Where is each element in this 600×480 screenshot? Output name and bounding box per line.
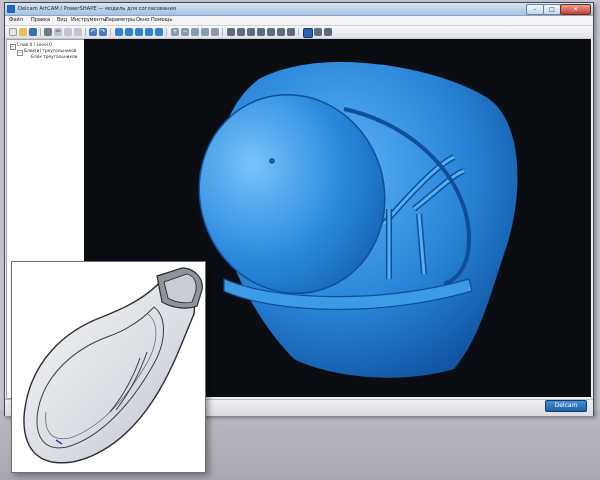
copy-icon[interactable] bbox=[64, 28, 72, 36]
menu-tools[interactable]: Инструменты bbox=[71, 16, 107, 25]
view-iso-icon[interactable] bbox=[115, 28, 123, 36]
open-folder-icon[interactable] bbox=[19, 28, 27, 36]
print-icon[interactable] bbox=[44, 28, 52, 36]
tree-collapse-toggle[interactable]: − bbox=[17, 50, 23, 56]
tree-item-triangle-block[interactable]: Блок треугольников bbox=[31, 55, 77, 61]
new-file-icon[interactable] bbox=[9, 28, 17, 36]
paste-icon[interactable] bbox=[74, 28, 82, 36]
pan-icon[interactable] bbox=[211, 28, 219, 36]
menu-view[interactable]: Вид bbox=[57, 16, 67, 25]
view-top-icon[interactable] bbox=[125, 28, 133, 36]
tree-collapse-toggle[interactable]: − bbox=[10, 44, 16, 50]
measure-icon[interactable] bbox=[277, 28, 285, 36]
minimize-button[interactable]: – bbox=[526, 4, 544, 15]
render-icon[interactable] bbox=[314, 28, 322, 36]
menu-help[interactable]: Помощь bbox=[151, 16, 172, 25]
app-icon bbox=[7, 5, 15, 13]
redo-icon[interactable]: ↷ bbox=[99, 28, 107, 36]
close-button[interactable]: ✕ bbox=[560, 4, 591, 15]
toolbar: ✂ ↶ ↷ + − bbox=[5, 26, 593, 39]
menu-window[interactable]: Окно bbox=[136, 16, 149, 25]
shade-icon[interactable] bbox=[237, 28, 245, 36]
toolbar-separator bbox=[85, 28, 86, 36]
toolbar-separator bbox=[222, 28, 223, 36]
select-mode-icon[interactable] bbox=[303, 28, 313, 38]
grid-icon[interactable] bbox=[287, 28, 295, 36]
light-icon[interactable] bbox=[257, 28, 265, 36]
title-bar: Delcam ArtCAM / PowerSHAPE — модель для … bbox=[5, 3, 593, 16]
settings-icon[interactable] bbox=[324, 28, 332, 36]
zoom-fit-icon[interactable] bbox=[191, 28, 199, 36]
toolbar-separator bbox=[298, 28, 299, 36]
section-icon[interactable] bbox=[267, 28, 275, 36]
brand-badge: Delcam bbox=[545, 400, 587, 412]
cad-wireframe-inset bbox=[11, 261, 206, 473]
cut-icon[interactable]: ✂ bbox=[54, 28, 62, 36]
wireframe-icon[interactable] bbox=[247, 28, 255, 36]
toolbar-separator bbox=[40, 28, 41, 36]
rotate-icon[interactable] bbox=[227, 28, 235, 36]
toolbar-separator bbox=[166, 28, 167, 36]
zoom-window-icon[interactable] bbox=[201, 28, 209, 36]
bottle-wireframe-drawing bbox=[23, 267, 203, 464]
window-title: Delcam ArtCAM / PowerSHAPE — модель для … bbox=[18, 6, 177, 12]
menu-file[interactable]: Файл bbox=[9, 16, 23, 25]
zoom-out-icon[interactable]: − bbox=[181, 28, 189, 36]
view-bottom-icon[interactable] bbox=[155, 28, 163, 36]
bottle-outer-shell bbox=[23, 279, 196, 464]
mask-vent-hole bbox=[268, 157, 276, 165]
maximize-button[interactable]: □ bbox=[543, 4, 561, 15]
undo-icon[interactable]: ↶ bbox=[89, 28, 97, 36]
view-front-icon[interactable] bbox=[135, 28, 143, 36]
menu-bar: Файл Правка Вид Инструменты Параметры Ок… bbox=[5, 16, 593, 26]
menu-options[interactable]: Параметры bbox=[105, 16, 135, 25]
menu-edit[interactable]: Правка bbox=[31, 16, 50, 25]
toolbar-separator bbox=[110, 28, 111, 36]
save-icon[interactable] bbox=[29, 28, 37, 36]
view-side-icon[interactable] bbox=[145, 28, 153, 36]
zoom-in-icon[interactable]: + bbox=[171, 28, 179, 36]
